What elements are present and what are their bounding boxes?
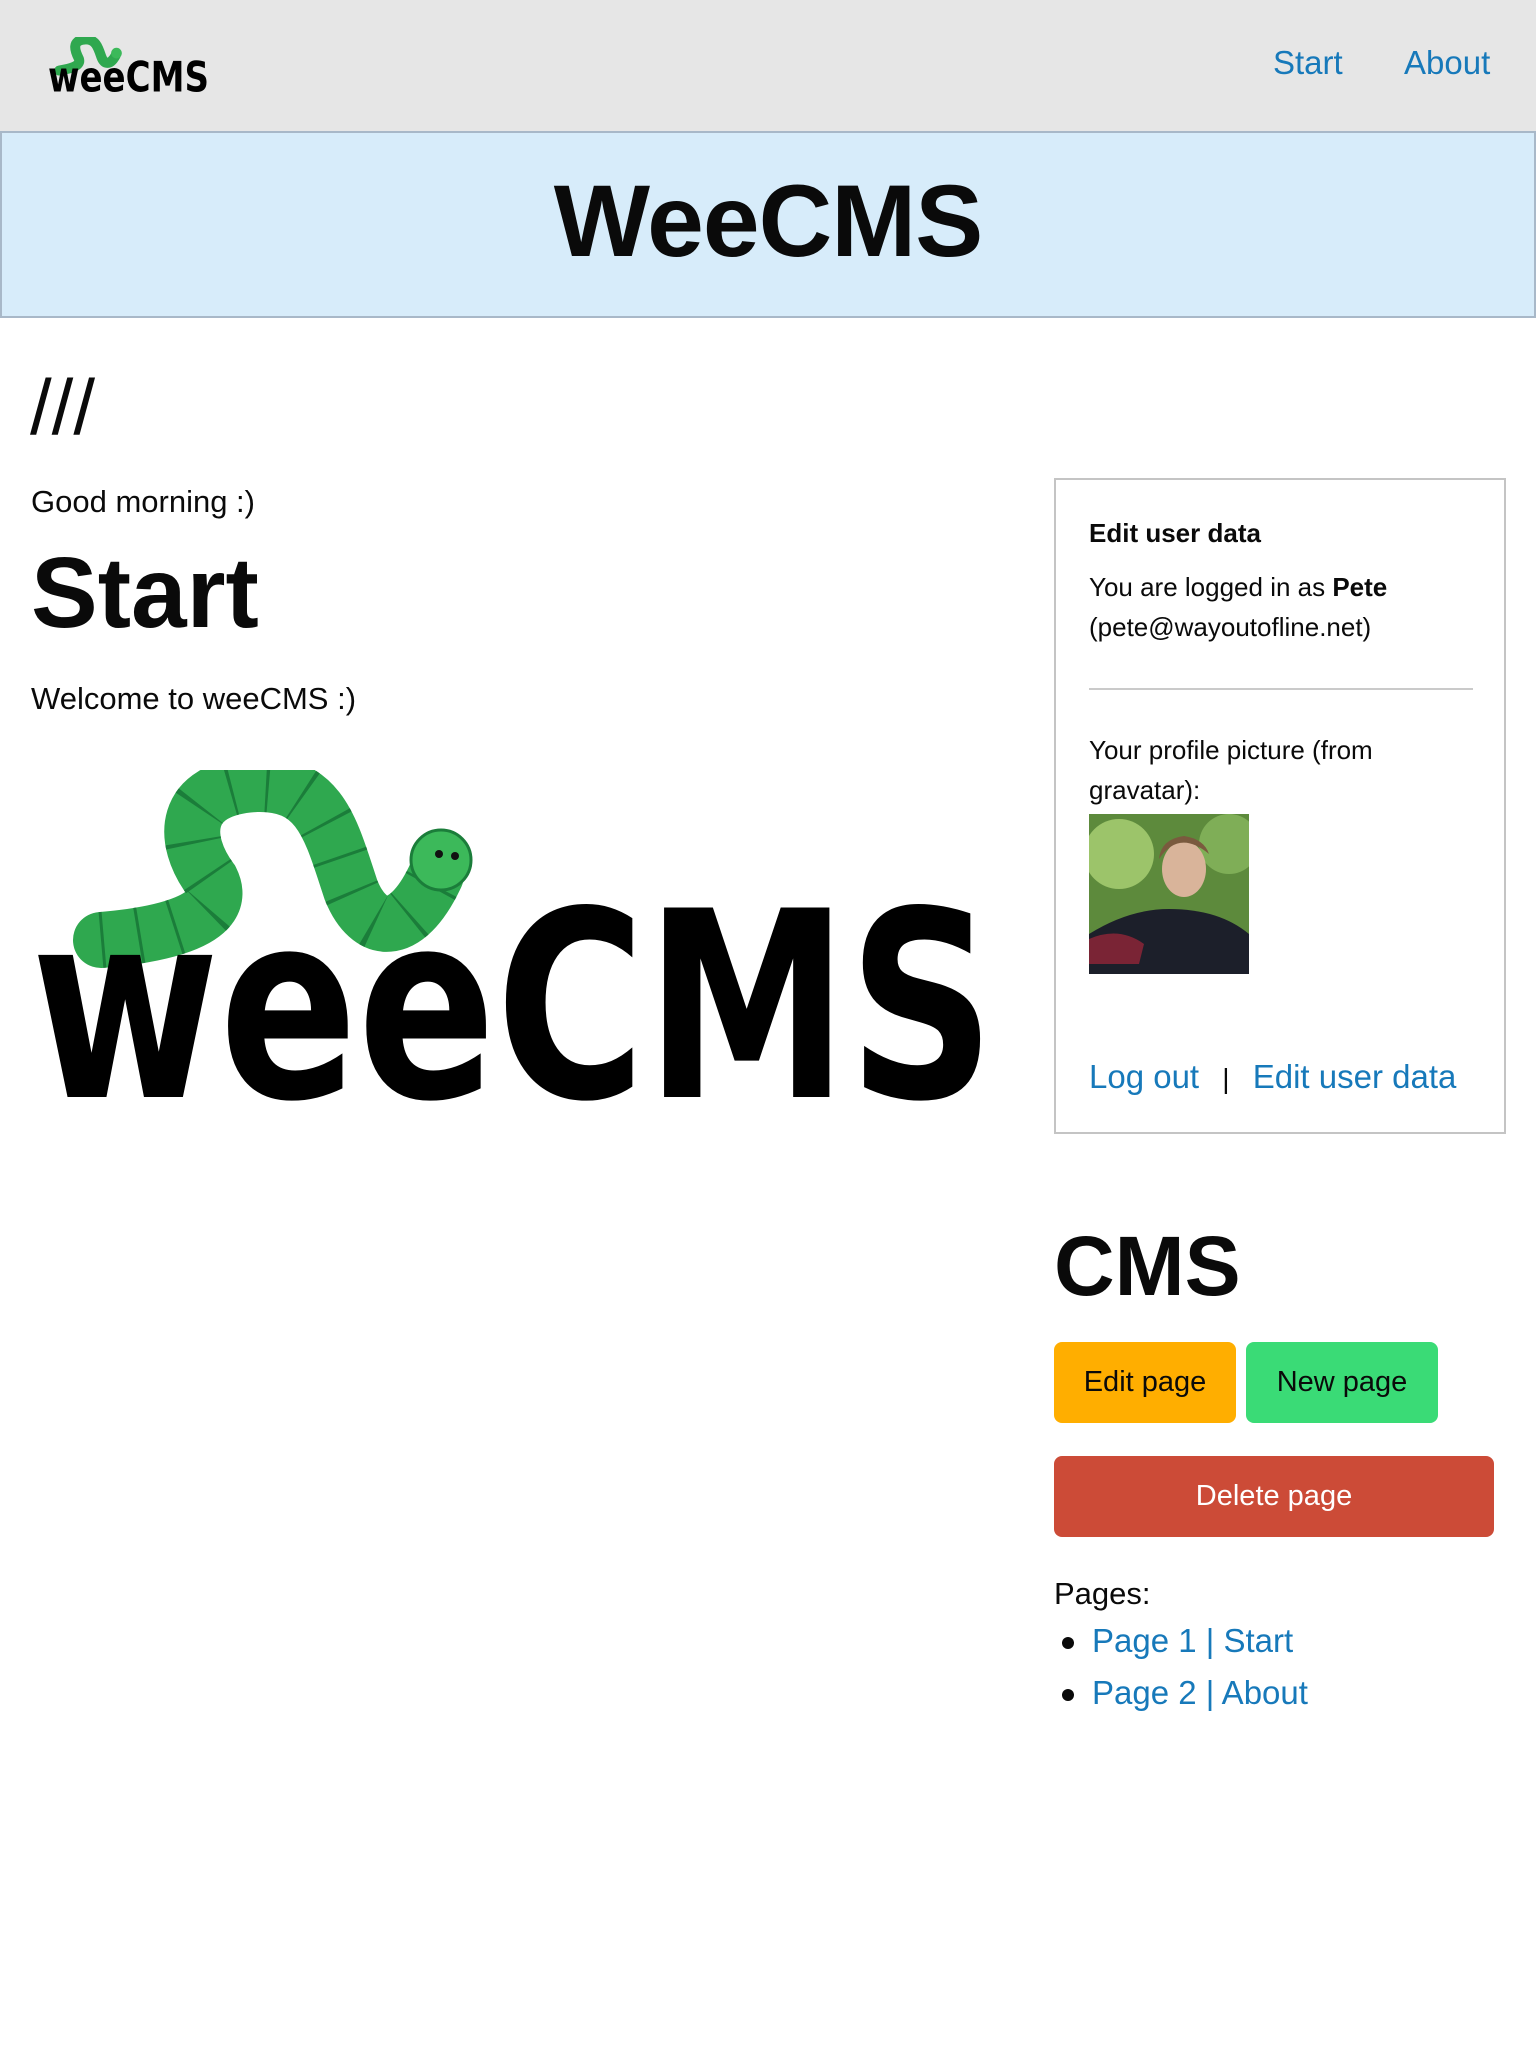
user-links: Log out | Edit user data (1089, 1058, 1456, 1096)
page-body-text: Welcome to weeCMS :) (31, 681, 357, 716)
profile-picture-label: Your profile picture (from (1089, 735, 1373, 765)
svg-text:weeCMS: weeCMS (48, 52, 209, 93)
edit-user-data-link[interactable]: Edit user data (1253, 1058, 1457, 1095)
logged-in-prefix: You are logged in as (1089, 572, 1333, 602)
weecms-logo-image: weeCMS (31, 770, 995, 1104)
site-banner: WeeCMS (0, 131, 1536, 318)
username: Pete (1332, 572, 1388, 602)
nav-link-about[interactable]: About (1404, 44, 1490, 82)
site-title: WeeCMS (553, 164, 984, 278)
divider (1089, 688, 1473, 690)
bullet-icon (1062, 1689, 1074, 1702)
list-item: Page 2 | About (1062, 1674, 1308, 1712)
bullet-icon (1062, 1637, 1074, 1650)
breadcrumb: /// (30, 363, 96, 451)
avatar (1089, 814, 1249, 974)
edit-page-button[interactable]: Edit page (1054, 1342, 1236, 1423)
user-panel: Edit user data You are logged in as Pete… (1054, 478, 1506, 1134)
greeting-text: Good morning :) (31, 484, 255, 519)
link-separator: | (1222, 1063, 1230, 1094)
user-panel-heading: Edit user data (1089, 518, 1261, 548)
list-item: Page 1 | Start (1062, 1622, 1293, 1660)
logout-link[interactable]: Log out (1089, 1058, 1199, 1095)
page-title: Start (31, 537, 259, 649)
new-page-button[interactable]: New page (1246, 1342, 1438, 1423)
user-email: (pete@wayoutofline.net) (1089, 612, 1372, 642)
svg-text:weeCMS: weeCMS (31, 857, 995, 1104)
weecms-logo[interactable]: weeCMS (48, 37, 209, 93)
page-link-2[interactable]: Page 2 | About (1092, 1674, 1308, 1711)
page-link-1[interactable]: Page 1 | Start (1092, 1622, 1293, 1659)
profile-picture-label-2: gravatar): (1089, 775, 1201, 805)
nav-link-start[interactable]: Start (1273, 44, 1343, 82)
delete-page-button[interactable]: Delete page (1054, 1456, 1494, 1537)
pages-label: Pages: (1054, 1576, 1151, 1611)
cms-heading: CMS (1054, 1219, 1241, 1313)
logged-in-text: You are logged in as Pete (1089, 572, 1387, 603)
top-bar: weeCMS Start About (0, 0, 1536, 131)
